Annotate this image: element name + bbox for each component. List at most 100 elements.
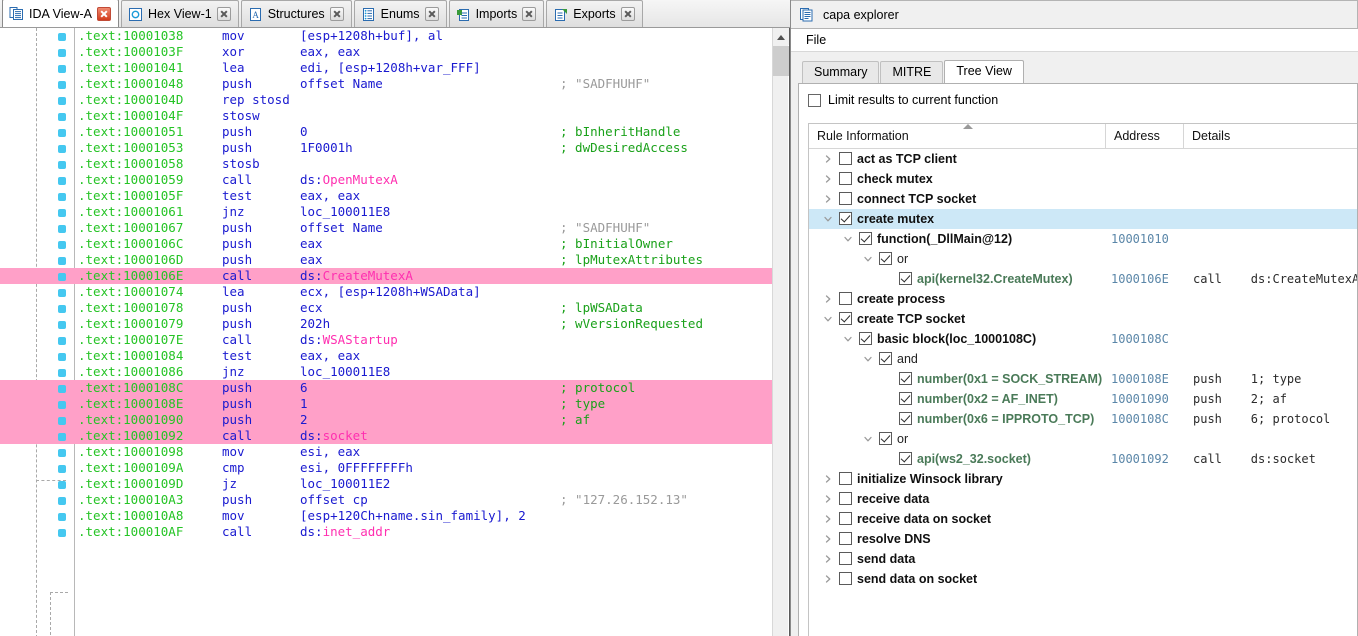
tree-row-checkbox[interactable] <box>839 472 852 485</box>
chevron-right-icon[interactable] <box>821 489 834 509</box>
disassembly-row[interactable]: .text:1000108Epush1; type <box>0 396 772 412</box>
disassembly-row[interactable]: .text:10001038mov[esp+1208h+buf], al <box>0 28 772 44</box>
column-header-details[interactable]: Details <box>1183 124 1357 149</box>
tree-row-checkbox[interactable] <box>879 352 892 365</box>
tree-row[interactable]: basic block(loc_1000108C)1000108C <box>809 329 1357 349</box>
chevron-down-icon[interactable] <box>861 429 874 449</box>
tree-row[interactable]: number(0x2 = AF_INET)10001090push 2; af <box>809 389 1357 409</box>
chevron-right-icon[interactable] <box>821 549 834 569</box>
disassembly-row[interactable]: .text:10001067pushoffset Name; "SADFHUHF… <box>0 220 772 236</box>
disassembly-row[interactable]: .text:1000107Ecallds:WSAStartup <box>0 332 772 348</box>
capa-tab-mitre[interactable]: MITRE <box>880 61 943 83</box>
disassembly-row[interactable]: .text:10001074leaecx, [esp+1208h+WSAData… <box>0 284 772 300</box>
disassembly-row[interactable]: .text:10001058stosb <box>0 156 772 172</box>
chevron-right-icon[interactable] <box>821 189 834 209</box>
disassembly-scrollbar[interactable] <box>772 28 788 636</box>
tree-row[interactable]: connect TCP socket <box>809 189 1357 209</box>
chevron-right-icon[interactable] <box>821 289 834 309</box>
tree-row-checkbox[interactable] <box>839 312 852 325</box>
disassembly-row[interactable]: .text:10001090push2; af <box>0 412 772 428</box>
tree-row-checkbox[interactable] <box>899 452 912 465</box>
tree-row-checkbox[interactable] <box>839 492 852 505</box>
disassembly-row[interactable]: .text:10001061jnzloc_100011E8 <box>0 204 772 220</box>
tree-row[interactable]: and <box>809 349 1357 369</box>
tree-row[interactable]: api(ws2_32.socket)10001092call ds:socket <box>809 449 1357 469</box>
disassembly-row[interactable]: .text:1000109Acmpesi, 0FFFFFFFFh <box>0 460 772 476</box>
tree-row-checkbox[interactable] <box>899 372 912 385</box>
tree-row-checkbox[interactable] <box>839 292 852 305</box>
tree-row[interactable]: send data <box>809 549 1357 569</box>
chevron-down-icon[interactable] <box>841 229 854 249</box>
close-icon[interactable] <box>425 7 439 21</box>
tree-row-checkbox[interactable] <box>839 172 852 185</box>
tree-row[interactable]: resolve DNS <box>809 529 1357 549</box>
tree-row-checkbox[interactable] <box>859 332 872 345</box>
disassembly-row[interactable]: .text:10001053push1F0001h; dwDesiredAcce… <box>0 140 772 156</box>
column-header-address[interactable]: Address <box>1105 124 1183 149</box>
tree-row-checkbox[interactable] <box>879 252 892 265</box>
tree-row-checkbox[interactable] <box>839 532 852 545</box>
chevron-right-icon[interactable] <box>821 469 834 489</box>
tree-row[interactable]: receive data <box>809 489 1357 509</box>
rule-tree[interactable]: Rule Information Address Details act as … <box>808 123 1357 636</box>
api-name[interactable]: socket <box>323 428 368 443</box>
disassembly-row[interactable]: .text:10001086jnzloc_100011E8 <box>0 364 772 380</box>
disassembly-row[interactable]: .text:1000106Dpusheax; lpMutexAttributes <box>0 252 772 268</box>
chevron-down-icon[interactable] <box>861 349 874 369</box>
ida-tab-enums[interactable]: Enums <box>354 0 447 27</box>
disassembly-row[interactable]: .text:1000105Ftesteax, eax <box>0 188 772 204</box>
ida-tab-exports[interactable]: Exports <box>546 0 642 27</box>
disassembly-row[interactable]: .text:1000103Fxoreax, eax <box>0 44 772 60</box>
disassembly-row[interactable]: .text:10001078pushecx; lpWSAData <box>0 300 772 316</box>
tree-row[interactable]: create process <box>809 289 1357 309</box>
disassembly-row[interactable]: .text:100010A8mov[esp+120Ch+name.sin_fam… <box>0 508 772 524</box>
tree-row[interactable]: check mutex <box>809 169 1357 189</box>
disassembly-row[interactable]: .text:10001079push202h; wVersionRequeste… <box>0 316 772 332</box>
tree-row-checkbox[interactable] <box>899 412 912 425</box>
tree-row[interactable]: number(0x6 = IPPROTO_TCP)1000108Cpush 6;… <box>809 409 1357 429</box>
disassembly-row[interactable]: .text:1000109Djzloc_100011E2 <box>0 476 772 492</box>
disassembly-row[interactable]: .text:10001041leaedi, [esp+1208h+var_FFF… <box>0 60 772 76</box>
api-name[interactable]: inet_addr <box>323 524 391 539</box>
tree-row[interactable]: create mutex <box>809 209 1357 229</box>
close-icon[interactable] <box>97 7 111 21</box>
disassembly-row[interactable]: .text:10001048pushoffset Name; "SADFHUHF… <box>0 76 772 92</box>
tree-row[interactable]: initialize Winsock library <box>809 469 1357 489</box>
api-name[interactable]: WSAStartup <box>323 332 398 347</box>
chevron-down-icon[interactable] <box>861 249 874 269</box>
limit-results-row[interactable]: Limit results to current function <box>808 93 1357 107</box>
scrollbar-thumb[interactable] <box>773 46 789 76</box>
tree-row[interactable]: function(_DllMain@12)10001010 <box>809 229 1357 249</box>
close-icon[interactable] <box>522 7 536 21</box>
capa-tab-summary[interactable]: Summary <box>802 61 879 83</box>
disassembly-row[interactable]: .text:100010AFcallds:inet_addr <box>0 524 772 540</box>
tree-row-checkbox[interactable] <box>879 432 892 445</box>
chevron-down-icon[interactable] <box>821 309 834 329</box>
scroll-up-arrow-icon[interactable] <box>773 28 789 45</box>
disassembly-row[interactable]: .text:10001098movesi, eax <box>0 444 772 460</box>
limit-results-checkbox[interactable] <box>808 94 821 107</box>
disassembly-view[interactable]: .text:10001038mov[esp+1208h+buf], al.tex… <box>0 28 790 636</box>
tree-row-checkbox[interactable] <box>839 152 852 165</box>
chevron-right-icon[interactable] <box>821 529 834 549</box>
chevron-right-icon[interactable] <box>821 169 834 189</box>
api-name[interactable]: CreateMutexA <box>323 268 413 283</box>
tree-row[interactable]: api(kernel32.CreateMutex)1000106Ecall ds… <box>809 269 1357 289</box>
tree-row[interactable]: act as TCP client <box>809 149 1357 169</box>
tree-row-checkbox[interactable] <box>839 572 852 585</box>
disassembly-row[interactable]: .text:1000104Fstosw <box>0 108 772 124</box>
tree-row[interactable]: send data on socket <box>809 569 1357 589</box>
disassembly-row[interactable]: .text:1000106Cpusheax; bInitialOwner <box>0 236 772 252</box>
tree-row[interactable]: create TCP socket <box>809 309 1357 329</box>
disassembly-row[interactable]: .text:10001084testeax, eax <box>0 348 772 364</box>
tree-row-checkbox[interactable] <box>839 212 852 225</box>
close-icon[interactable] <box>217 7 231 21</box>
tree-row[interactable]: or <box>809 249 1357 269</box>
ida-tab-imports[interactable]: Imports <box>449 0 545 27</box>
disassembly-row[interactable]: .text:10001051push0; bInheritHandle <box>0 124 772 140</box>
column-header-rule-information[interactable]: Rule Information <box>809 124 1105 149</box>
disassembly-row[interactable]: .text:1000108Cpush6; protocol <box>0 380 772 396</box>
ida-tab-ida-view-a[interactable]: IDA View-A <box>2 0 119 27</box>
chevron-down-icon[interactable] <box>821 209 834 229</box>
chevron-right-icon[interactable] <box>821 509 834 529</box>
